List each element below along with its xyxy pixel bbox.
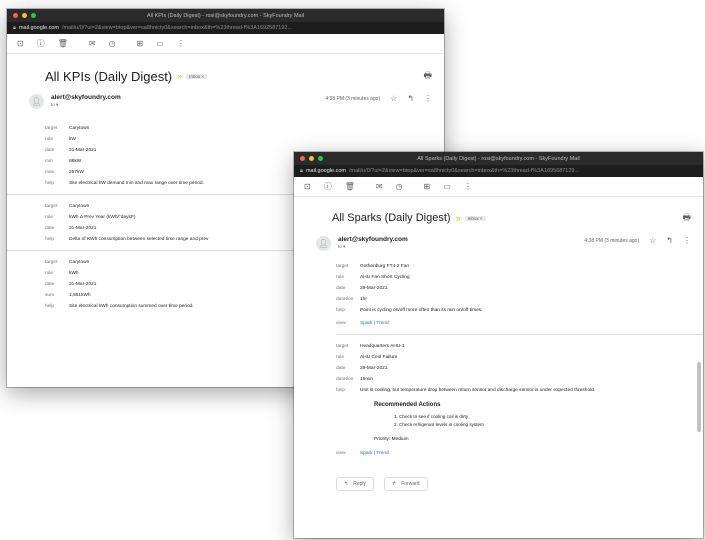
url-host: mail.google.com	[305, 168, 346, 174]
star-icon[interactable]: ☆	[390, 94, 397, 103]
inbox-label-chip[interactable]: Inbox ×	[186, 73, 208, 79]
more-icon[interactable]: ⋮	[177, 39, 185, 48]
kv-row: duration 15min	[336, 377, 374, 382]
recipient-toggle[interactable]: to ▾	[338, 244, 408, 250]
move-icon[interactable]: ⊞	[424, 182, 431, 191]
sender-email[interactable]: alert@skyfoundry.com	[51, 94, 121, 101]
close-window-button[interactable]	[300, 156, 305, 161]
mail-icon[interactable]: ✉︎	[376, 182, 383, 191]
list-item: 2. Check refrigerant levels in cooling s…	[394, 422, 484, 427]
kv-row: view Spark | Trend	[336, 318, 691, 329]
reply-icon[interactable]: ↰	[407, 94, 414, 103]
kv-row: rule AHU Cool Failure	[336, 355, 398, 360]
spark-trend-link[interactable]: Spark | Trend	[360, 448, 389, 459]
priority-text: Priority: Medium	[374, 437, 409, 442]
avatar: 👤︎	[316, 236, 331, 251]
forward-button[interactable]: ↱ Forward	[384, 477, 428, 491]
sender-email[interactable]: alert@skyfoundry.com	[338, 236, 408, 243]
spark-view-row: view Spark | Trend	[336, 448, 691, 459]
delete-icon[interactable]: 🗑︎	[345, 182, 355, 191]
message-time: 4:38 PM (3 minutes ago)	[325, 95, 381, 102]
kv-row: help Point is cycling on/off more often t…	[336, 308, 483, 313]
subject-title: All Sparks (Daily Digest)	[332, 212, 451, 224]
kv-row: rule kW	[45, 137, 76, 142]
recommended-actions-heading: Recommended Actions	[374, 402, 441, 408]
message-toolbar: ⊡ ⓘ 🗑︎ ✉︎ ◷ ⊞ ▭ ⋮	[7, 34, 444, 54]
more-icon[interactable]: ⋮	[683, 236, 691, 245]
kv-row: duration 1hr	[336, 297, 367, 302]
clock-icon[interactable]: ◷	[109, 39, 116, 48]
divider	[336, 334, 703, 335]
spark-block-2: target Headquarters AHU-1 rule AHU Cool Fa…	[336, 341, 691, 396]
url-host: mail.google.com	[18, 25, 59, 31]
url-bar[interactable]: 🔒︎ mail.google.com/mail/u/0/?ui=2&view=b…	[294, 165, 703, 177]
message-time: 4:38 PM (3 minutes ago)	[584, 237, 640, 244]
star-icon[interactable]: ☆	[649, 236, 656, 245]
minimize-window-button[interactable]	[22, 13, 27, 18]
subject-title: All KPIs (Daily Digest)	[45, 68, 173, 84]
spark-trend-link[interactable]: Spark | Trend	[360, 318, 389, 329]
inbox-label-chip[interactable]: Inbox ×	[464, 215, 486, 221]
move-icon[interactable]: ⊞	[137, 39, 144, 48]
minimize-window-button[interactable]	[309, 156, 314, 161]
lock-icon: 🔒︎	[300, 167, 303, 174]
archive-icon[interactable]: ⊡	[304, 182, 311, 191]
label-icon[interactable]: ▭	[443, 182, 451, 191]
zoom-window-button[interactable]	[318, 156, 323, 161]
scrollbar[interactable]	[697, 362, 701, 432]
more-icon[interactable]: ⋮	[464, 182, 472, 191]
title-bar: All Sparks (Daily Digest) - rosi@skyfoun…	[294, 152, 703, 165]
list-item: 1. Check to see if cooling coil is dirty	[394, 414, 469, 419]
archive-icon[interactable]: ⊡	[17, 39, 24, 48]
url-path: /mail/u/0/?ui=2&view=btop&ver=sa8hnicty0…	[348, 168, 580, 174]
label-icon[interactable]: ▭	[156, 39, 164, 48]
reply-actions: ↰ Reply ↱ Forward	[336, 477, 703, 491]
lock-icon: 🔒︎	[13, 24, 16, 31]
title-bar: All KPIs (Daily Digest) - rosi@skyfoundr…	[7, 9, 444, 22]
sparks-mail-window: All Sparks (Daily Digest) - rosi@skyfoun…	[294, 152, 703, 538]
kv-row: rule AHU Fan Short Cycling	[336, 275, 410, 280]
spam-icon[interactable]: ⓘ	[37, 38, 45, 49]
more-icon[interactable]: ⋮	[424, 94, 432, 103]
delete-icon[interactable]: 🗑︎	[58, 39, 68, 48]
window-title: All KPIs (Daily Digest) - rosi@skyfoundr…	[146, 12, 305, 19]
kv-row: target Carytown	[45, 126, 90, 131]
forward-icon: ↱	[392, 481, 397, 487]
mail-icon[interactable]: ✉︎	[89, 39, 96, 48]
kv-row: date 29-Mar-2021	[336, 286, 388, 291]
important-icon[interactable]: »	[456, 213, 461, 223]
reply-icon[interactable]: ↰	[666, 236, 673, 245]
clock-icon[interactable]: ◷	[396, 182, 403, 191]
important-icon[interactable]: »	[177, 71, 182, 81]
action-list: 1. Check to see if cooling coil is dirty…	[394, 413, 703, 429]
print-icon[interactable]: 🖶︎	[683, 210, 692, 226]
kv-row: help Unit is cooling, but temperature dro…	[336, 388, 596, 393]
avatar: 👤︎	[29, 94, 44, 109]
print-icon[interactable]: 🖶︎	[424, 68, 433, 84]
reply-button[interactable]: ↰ Reply	[336, 477, 374, 491]
url-bar[interactable]: 🔒︎ mail.google.com/mail/u/0/?ui=2&view=b…	[7, 22, 444, 34]
url-path: /mail/u/0/?ui=2&view=btop&ver=sa8hnicty0…	[61, 25, 293, 31]
zoom-window-button[interactable]	[31, 13, 36, 18]
close-window-button[interactable]	[13, 13, 18, 18]
kv-row: target Gothenburg FT4-2 Fan	[336, 264, 410, 269]
kv-row: target Headquarters AHU-1	[336, 344, 405, 349]
kv-row: view Spark | Trend	[336, 448, 691, 459]
kv-row: date 29-Mar-2021	[336, 366, 388, 371]
window-title: All Sparks (Daily Digest) - rosi@skyfoun…	[417, 155, 580, 162]
spark-block-1: target Gothenburg FT4-2 Fan rule AHU Fan S…	[336, 261, 691, 329]
message-toolbar: ⊡ ⓘ 🗑︎ ✉︎ ◷ ⊞ ▭ ⋮	[294, 177, 703, 197]
recipient-toggle[interactable]: to ▾	[51, 102, 121, 108]
spam-icon[interactable]: ⓘ	[324, 181, 332, 192]
reply-icon: ↰	[344, 481, 349, 487]
